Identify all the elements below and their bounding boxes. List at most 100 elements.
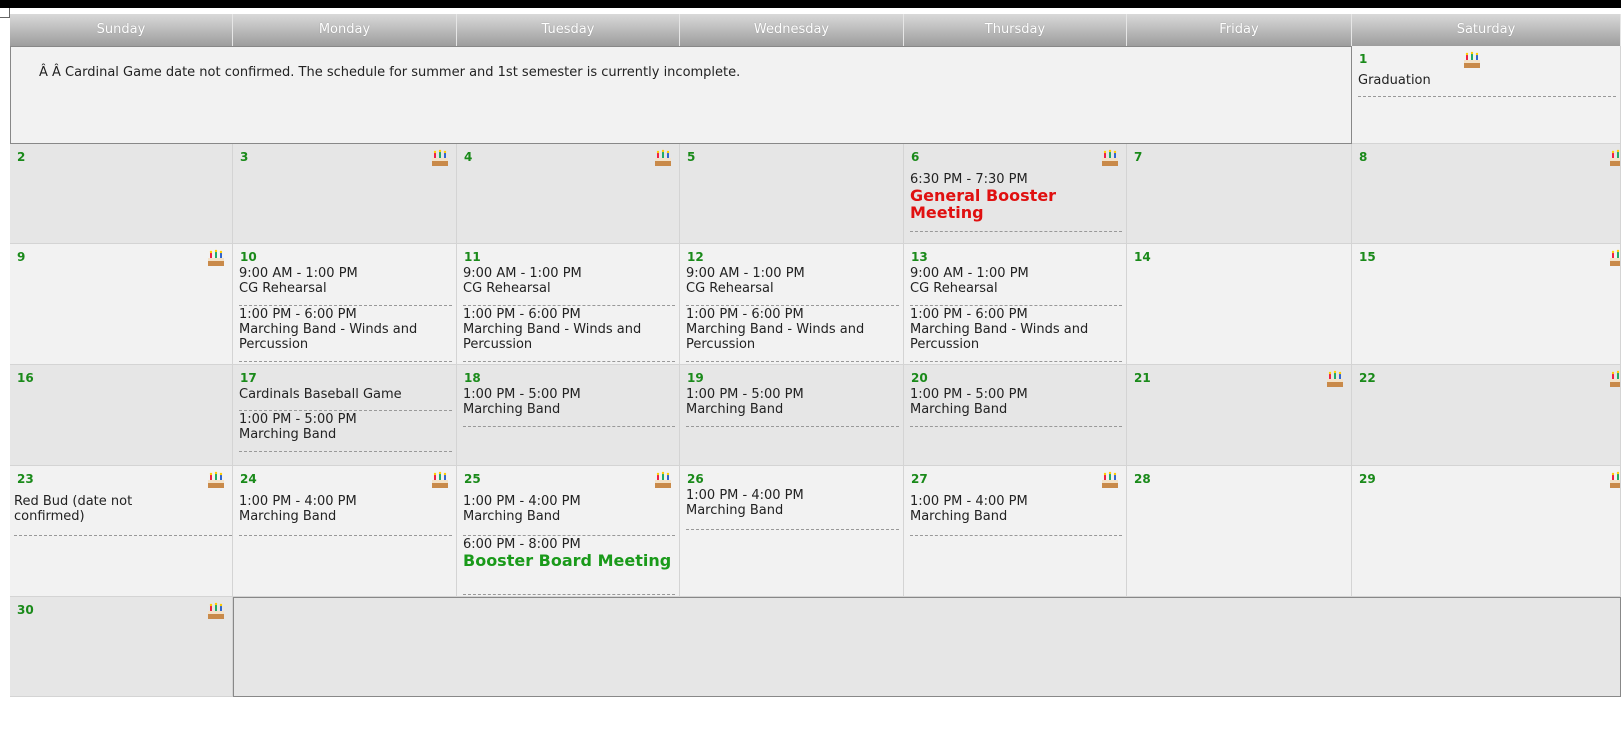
day-cell-26[interactable]: 26 1:00 PM - 4:00 PM Marching Band [680,466,904,597]
event-time[interactable]: 1:00 PM - 5:00 PM [910,387,1122,402]
day-cell-7[interactable]: 7 [1127,144,1352,244]
event-time[interactable]: 1:00 PM - 6:00 PM [239,307,452,322]
calendar-event[interactable]: 9:00 AM - 1:00 PM CG Rehearsal [463,266,675,306]
day-cell-12[interactable]: 12 9:00 AM - 1:00 PM CG Rehearsal 1:00 P… [680,244,904,365]
day-cell-25[interactable]: 25 1:00 PM - 4:00 PM Marching Band 6:00 … [457,466,680,597]
event-title[interactable]: Marching Band [686,402,899,417]
day-number[interactable]: 24 [240,472,257,486]
day-cell-9[interactable]: 9 [10,244,233,365]
day-number[interactable]: 16 [17,371,34,385]
day-number[interactable]: 3 [240,150,248,164]
day-number[interactable]: 10 [240,250,257,264]
birthday-cake-icon[interactable] [206,471,226,489]
day-number[interactable]: 17 [240,371,257,385]
event-time[interactable]: 9:00 AM - 1:00 PM [463,266,675,281]
day-number[interactable]: 30 [17,603,34,617]
birthday-cake-icon[interactable] [1100,471,1120,489]
day-cell-10[interactable]: 10 9:00 AM - 1:00 PM CG Rehearsal 1:00 P… [233,244,457,365]
event-title[interactable]: CG Rehearsal [910,281,1122,296]
day-number[interactable]: 26 [687,472,704,486]
day-cell-22[interactable]: 22 [1352,365,1621,466]
event-title[interactable]: Marching Band - Winds and Percussion [686,322,899,352]
day-cell-6[interactable]: 6 6:30 PM - 7:30 PM General Booster Meet… [904,144,1127,244]
event-time[interactable]: 9:00 AM - 1:00 PM [239,266,452,281]
day-number[interactable]: 1 [1359,52,1367,66]
day-number[interactable]: 7 [1134,150,1142,164]
day-cell-14[interactable]: 14 [1127,244,1352,365]
event-title[interactable]: Marching Band [910,402,1122,417]
event-time[interactable]: 1:00 PM - 5:00 PM [686,387,899,402]
day-number[interactable]: 23 [17,472,34,486]
event-time[interactable]: 9:00 AM - 1:00 PM [686,266,899,281]
birthday-cake-icon[interactable] [206,249,226,267]
day-number[interactable]: 15 [1359,250,1376,264]
calendar-event[interactable]: Red Bud (date not confirmed) [14,494,232,536]
day-number[interactable]: 2 [17,150,25,164]
day-number[interactable]: 12 [687,250,704,264]
birthday-cake-icon[interactable] [1608,370,1621,388]
calendar-event[interactable]: 1:00 PM - 5:00 PM Marching Band [910,387,1122,427]
event-time[interactable]: 1:00 PM - 4:00 PM [239,494,452,509]
calendar-event[interactable]: 1:00 PM - 4:00 PM Marching Band [686,488,899,530]
day-cell-17[interactable]: 17 Cardinals Baseball Game 1:00 PM - 5:0… [233,365,457,466]
day-cell-16[interactable]: 16 [10,365,233,466]
event-title[interactable]: Marching Band [910,509,1122,524]
day-cell-2[interactable]: 2 [10,144,233,244]
day-cell-24[interactable]: 24 1:00 PM - 4:00 PM Marching Band [233,466,457,597]
event-time[interactable]: 1:00 PM - 4:00 PM [910,494,1122,509]
day-cell-5[interactable]: 5 [680,144,904,244]
event-title[interactable]: Marching Band - Winds and Percussion [463,322,675,352]
event-title[interactable]: CG Rehearsal [686,281,899,296]
event-title[interactable]: Marching Band [463,402,675,417]
day-cell-21[interactable]: 21 [1127,365,1352,466]
birthday-cake-icon[interactable] [430,471,450,489]
event-time[interactable]: 6:00 PM - 8:00 PM [463,537,675,552]
event-time[interactable]: 9:00 AM - 1:00 PM [910,266,1122,281]
day-number[interactable]: 28 [1134,472,1151,486]
day-number[interactable]: 13 [911,250,928,264]
birthday-cake-icon[interactable] [1608,471,1621,489]
birthday-cake-icon[interactable] [1100,149,1120,167]
calendar-event[interactable]: 1:00 PM - 5:00 PM Marching Band [239,412,452,452]
event-title[interactable]: Marching Band - Winds and Percussion [239,322,452,352]
day-cell-30[interactable]: 30 [10,597,233,697]
event-title[interactable]: Red Bud (date not confirmed) [14,494,184,524]
event-time[interactable]: 1:00 PM - 4:00 PM [686,488,899,503]
calendar-event[interactable]: 1:00 PM - 6:00 PM Marching Band - Winds … [910,307,1122,362]
birthday-cake-icon[interactable] [1325,370,1345,388]
day-cell-20[interactable]: 20 1:00 PM - 5:00 PM Marching Band [904,365,1127,466]
calendar-event[interactable]: 1:00 PM - 5:00 PM Marching Band [686,387,899,427]
day-number[interactable]: 18 [464,371,481,385]
calendar-event[interactable]: 1:00 PM - 6:00 PM Marching Band - Winds … [239,307,452,362]
event-time[interactable]: 1:00 PM - 4:00 PM [463,494,675,509]
day-number[interactable]: 9 [17,250,25,264]
calendar-event[interactable]: 9:00 AM - 1:00 PM CG Rehearsal [910,266,1122,306]
birthday-cake-icon[interactable] [1608,149,1621,167]
event-title[interactable]: CG Rehearsal [463,281,675,296]
day-cell-1[interactable]: 1 Graduation [1352,46,1621,144]
event-time[interactable]: 1:00 PM - 5:00 PM [239,412,452,427]
event-time[interactable]: 1:00 PM - 6:00 PM [910,307,1122,322]
day-number[interactable]: 4 [464,150,472,164]
event-title[interactable]: Booster Board Meeting [463,552,675,569]
day-cell-13[interactable]: 13 9:00 AM - 1:00 PM CG Rehearsal 1:00 P… [904,244,1127,365]
event-title[interactable]: CG Rehearsal [239,281,452,296]
day-number[interactable]: 20 [911,371,928,385]
event-title[interactable]: Marching Band - Winds and Percussion [910,322,1122,352]
calendar-event[interactable]: 6:30 PM - 7:30 PM General Booster Meetin… [910,172,1122,232]
day-number[interactable]: 8 [1359,150,1367,164]
calendar-event[interactable]: 1:00 PM - 5:00 PM Marching Band [463,387,675,427]
event-time[interactable]: 1:00 PM - 6:00 PM [463,307,675,322]
event-time[interactable]: 6:30 PM - 7:30 PM [910,172,1122,187]
day-cell-23[interactable]: 23 Red Bud (date not confirmed) [10,466,233,597]
day-number[interactable]: 25 [464,472,481,486]
calendar-event[interactable]: 1:00 PM - 4:00 PM Marching Band [239,494,452,536]
day-number[interactable]: 14 [1134,250,1151,264]
day-number[interactable]: 22 [1359,371,1376,385]
day-number[interactable]: 11 [464,250,481,264]
day-cell-27[interactable]: 27 1:00 PM - 4:00 PM Marching Band [904,466,1127,597]
day-cell-8[interactable]: 8 [1352,144,1621,244]
event-time[interactable]: 1:00 PM - 5:00 PM [463,387,675,402]
day-number[interactable]: 29 [1359,472,1376,486]
event-title[interactable]: General Booster Meeting [910,187,1122,221]
